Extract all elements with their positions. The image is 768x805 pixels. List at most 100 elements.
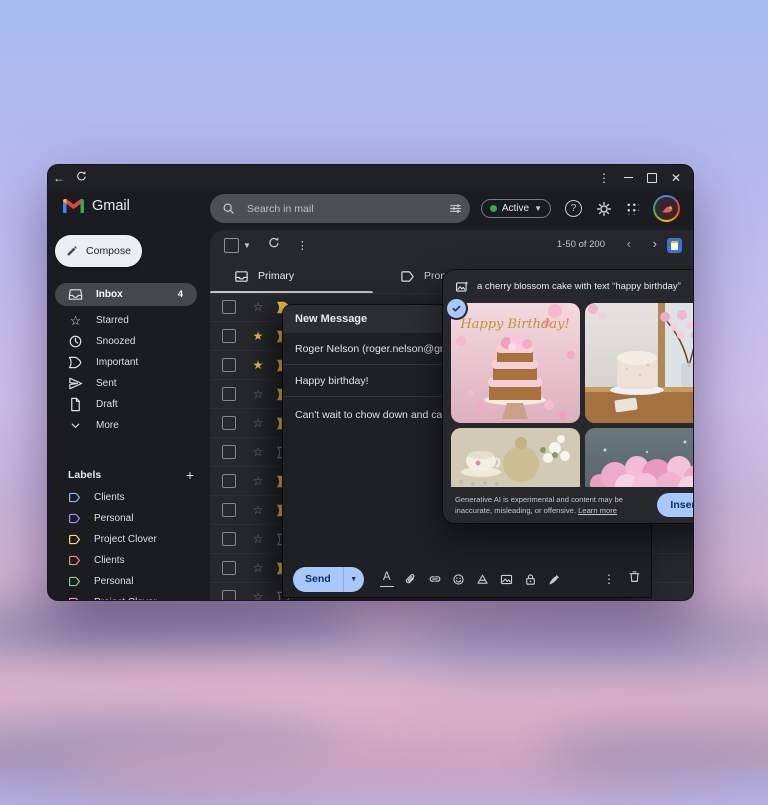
generated-image-3[interactable]	[451, 428, 580, 487]
row-checkbox[interactable]	[222, 387, 236, 401]
insert-button[interactable]: Insert	[657, 493, 693, 517]
row-checkbox[interactable]	[222, 329, 236, 343]
list-more-icon[interactable]: ⋮	[297, 239, 308, 252]
settings-gear-icon[interactable]	[596, 201, 612, 217]
gmail-logo-text: Gmail	[92, 198, 130, 214]
help-me-write-pen-icon[interactable]	[548, 572, 562, 586]
side-panel-calendar-icon[interactable]	[667, 238, 682, 253]
browser-titlebar: ← ⋮ ✕	[48, 165, 693, 190]
search-options-icon[interactable]	[449, 202, 462, 215]
profile-avatar[interactable]	[653, 195, 680, 222]
send-options-icon[interactable]: ▼	[342, 566, 364, 592]
select-all-checkbox[interactable]	[224, 237, 239, 253]
help-icon[interactable]: ?	[565, 200, 582, 217]
send-icon	[69, 377, 83, 390]
row-checkbox[interactable]	[222, 532, 236, 546]
sidebar-label-personal[interactable]: Personal	[48, 508, 210, 529]
row-checkbox[interactable]	[222, 474, 236, 488]
send-button[interactable]: Send	[293, 567, 343, 592]
sidebar-item-more[interactable]: More	[48, 415, 210, 436]
row-star-icon[interactable]: ☆	[251, 416, 265, 430]
popup-footer: Generative AI is experimental and conten…	[443, 487, 693, 523]
attach-file-icon[interactable]	[404, 572, 418, 586]
row-star-icon[interactable]: ☆	[251, 474, 265, 488]
sidebar-label-clients-2[interactable]: Clients	[48, 550, 210, 571]
minimize-icon[interactable]	[623, 176, 633, 179]
refresh-icon[interactable]	[70, 170, 92, 186]
row-star-icon[interactable]: ☆	[251, 503, 265, 517]
sidebar-item-snoozed[interactable]: Snoozed	[48, 331, 210, 352]
insert-photo-icon[interactable]	[500, 572, 514, 586]
generated-image-2[interactable]	[585, 303, 693, 423]
add-label-icon[interactable]: +	[186, 467, 194, 483]
row-checkbox[interactable]	[222, 503, 236, 517]
sidebar-item-important[interactable]: Important	[48, 352, 210, 373]
learn-more-link[interactable]: Learn more	[578, 506, 617, 515]
list-toolbar: ▼ ⋮ 1-50 of 200 ‹ ›	[210, 230, 693, 260]
sidebar-item-label: Important	[96, 357, 139, 368]
sidebar-label-clients[interactable]: Clients	[48, 487, 210, 508]
star-icon: ☆	[69, 313, 82, 328]
insert-emoji-icon[interactable]	[452, 572, 466, 586]
row-star-icon[interactable]: ☆	[251, 387, 265, 401]
insert-from-drive-icon[interactable]	[476, 572, 490, 586]
previous-page-icon[interactable]: ‹	[627, 236, 631, 251]
label-tag-icon	[69, 597, 79, 600]
gmail-logo[interactable]: Gmail	[63, 198, 130, 214]
clock-icon	[69, 335, 82, 348]
row-checkbox[interactable]	[222, 416, 236, 430]
avatar-bird	[661, 205, 672, 213]
row-checkbox[interactable]	[222, 445, 236, 459]
back-icon[interactable]: ←	[48, 171, 70, 185]
sidebar-label-project-clover[interactable]: Project Clover	[48, 529, 210, 550]
row-star-icon[interactable]: ★	[251, 329, 265, 343]
select-dropdown-icon[interactable]: ▼	[243, 241, 251, 250]
status-selector[interactable]: Active ▼	[480, 199, 551, 218]
search-input[interactable]	[245, 201, 449, 216]
sidebar-label-project-clover-2[interactable]: Project Clover	[48, 592, 210, 600]
discard-draft-icon[interactable]	[628, 570, 641, 588]
sidebar-item-label: Sent	[96, 378, 117, 389]
row-checkbox[interactable]	[222, 590, 236, 600]
primary-tab-icon	[235, 270, 248, 282]
refresh-list-icon[interactable]	[267, 236, 281, 255]
close-window-icon[interactable]: ✕	[671, 172, 681, 184]
row-star-icon[interactable]: ☆	[251, 561, 265, 575]
send-button-group: Send ▼	[293, 566, 364, 592]
row-star-icon[interactable]: ☆	[251, 300, 265, 314]
sidebar-item-label: Inbox	[96, 289, 123, 300]
sidebar-item-inbox[interactable]: Inbox 4	[55, 283, 197, 306]
sidebar-label-personal-2[interactable]: Personal	[48, 571, 210, 592]
search-bar[interactable]	[210, 194, 470, 223]
svg-text:Happy Birthday!: Happy Birthday!	[459, 317, 569, 332]
formatting-options-icon[interactable]: A	[379, 571, 394, 587]
promotions-tag-icon	[401, 270, 414, 282]
chevron-down-icon: ▼	[534, 204, 542, 213]
confidential-mode-icon[interactable]	[524, 572, 538, 586]
row-star-icon[interactable]: ☆	[251, 590, 265, 600]
next-page-icon[interactable]: ›	[653, 236, 657, 251]
selected-check-icon[interactable]	[447, 299, 466, 318]
sidebar-item-sent[interactable]: Sent	[48, 373, 210, 394]
row-star-icon[interactable]: ★	[251, 358, 265, 372]
sidebar-item-draft[interactable]: Draft	[48, 394, 210, 415]
label-name: Project Clover	[94, 597, 157, 600]
row-checkbox[interactable]	[222, 300, 236, 314]
tab-label: Primary	[258, 270, 295, 282]
generated-image-4[interactable]	[585, 428, 693, 487]
label-name: Personal	[94, 576, 134, 587]
compose-button[interactable]: Compose	[55, 235, 142, 267]
insert-link-icon[interactable]	[428, 572, 442, 586]
row-star-icon[interactable]: ☆	[251, 532, 265, 546]
draft-file-icon	[71, 397, 80, 412]
sidebar-item-starred[interactable]: ☆ Starred	[48, 310, 210, 331]
generated-image-1[interactable]: Happy Birthday!	[451, 303, 580, 423]
maximize-icon[interactable]	[646, 172, 657, 183]
apps-grid-icon[interactable]	[626, 202, 639, 215]
row-checkbox[interactable]	[222, 358, 236, 372]
compose-more-icon[interactable]: ⋮	[603, 572, 615, 586]
tab-primary[interactable]: Primary	[234, 260, 372, 292]
row-checkbox[interactable]	[222, 561, 236, 575]
browser-menu-icon[interactable]: ⋮	[598, 171, 610, 185]
row-star-icon[interactable]: ☆	[251, 445, 265, 459]
